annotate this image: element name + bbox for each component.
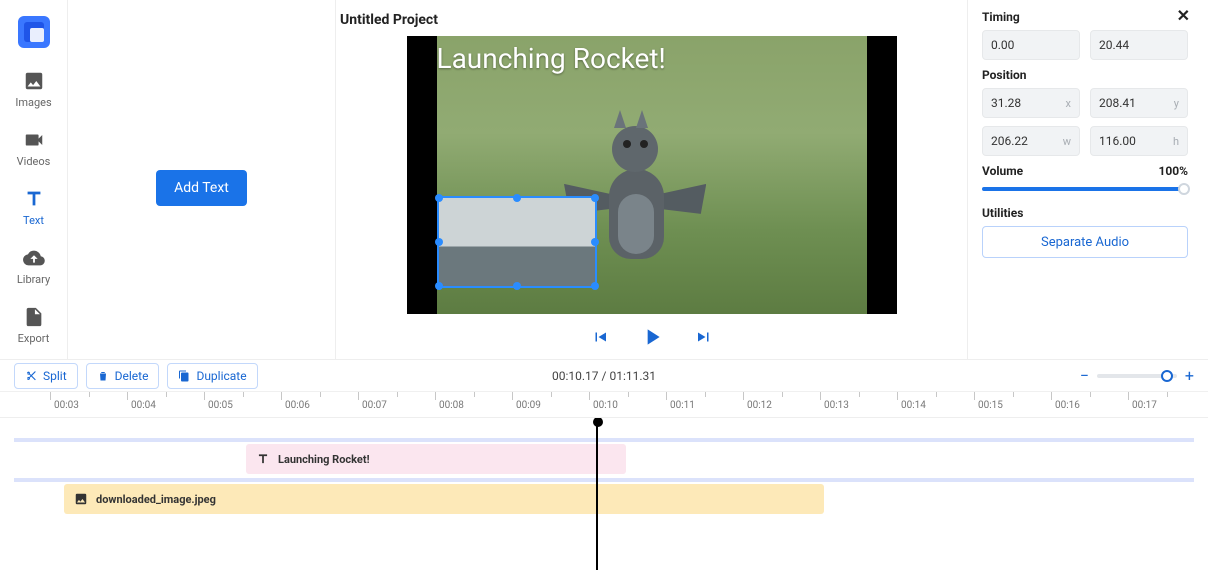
zoom-thumb[interactable] [1161,370,1173,382]
ruler-tick-label: 00:08 [439,400,464,411]
timeline-clip-text[interactable]: Launching Rocket! [246,444,626,474]
transport-controls [591,324,713,354]
sidebar-item-label: Library [17,273,50,286]
next-frame-button[interactable] [695,328,713,350]
timing-end-field[interactable]: 20.44 [1090,30,1188,60]
clip-label: Launching Rocket! [278,453,370,466]
split-button[interactable]: Split [14,363,78,389]
close-properties-button[interactable]: ✕ [1177,6,1190,25]
timecode-display: 00:10.17 / 01:11.31 [552,369,656,383]
zoom-out-button[interactable]: − [1080,366,1089,385]
sidebar-item-label: Text [23,214,44,227]
timeline-toolbar: Split Delete Duplicate 00:10.17 / 01:11.… [0,360,1208,392]
ruler-tick-label: 00:13 [824,400,849,411]
ruler-tick-label: 00:17 [1132,400,1157,411]
resize-handle-nw[interactable] [435,194,443,202]
pip-image [439,198,595,286]
cloud-upload-icon [23,247,45,269]
sidebar-item-videos[interactable]: Videos [0,121,67,180]
playhead[interactable] [596,418,598,570]
volume-value: 100% [1158,164,1188,178]
text-icon [256,452,270,466]
position-w-field[interactable]: 206.22w [982,126,1080,156]
app-logo [18,16,50,48]
ruler-tick-label: 00:14 [901,400,926,411]
volume-slider[interactable] [982,182,1188,196]
add-text-button[interactable]: Add Text [156,170,247,206]
resize-handle-w[interactable] [435,238,443,246]
previous-frame-button[interactable] [591,328,609,350]
timing-label: Timing [982,10,1188,24]
zoom-in-button[interactable]: + [1185,366,1194,385]
preview-panel: Untitled Project Launching Rocket! [336,0,968,359]
ruler-tick-label: 00:16 [1055,400,1080,411]
preview-canvas[interactable]: Launching Rocket! [407,36,897,314]
play-icon [639,324,665,350]
resize-handle-e[interactable] [591,238,599,246]
text-icon [23,188,45,210]
timeline-tracks[interactable]: Launching Rocket! downloaded_image.jpeg [0,418,1208,570]
resize-handle-s[interactable] [513,282,521,290]
volume-thumb[interactable] [1178,183,1190,195]
delete-button[interactable]: Delete [86,363,160,389]
resize-handle-ne[interactable] [591,194,599,202]
app-sidebar: Images Videos Text Library Export [0,0,68,359]
position-h-field[interactable]: 116.00h [1090,126,1188,156]
timeline-ruler[interactable]: 00:03 00:04 00:05 00:06 00:07 00:08 00:09 00:10… [0,392,1208,418]
separate-audio-button[interactable]: Separate Audio [982,226,1188,258]
copy-icon [178,370,190,382]
sidebar-item-text[interactable]: Text [0,180,67,239]
export-icon [23,306,45,328]
sidebar-item-export[interactable]: Export [0,298,67,357]
next-frame-icon [695,328,713,346]
sidebar-item-library[interactable]: Library [0,239,67,298]
ruler-tick-label: 00:05 [208,400,233,411]
timeline-clip-image[interactable]: downloaded_image.jpeg [64,484,824,514]
zoom-control: − + [1080,366,1194,385]
pip-clip-selected[interactable] [437,196,597,288]
sidebar-item-label: Videos [17,155,51,168]
track-background [14,478,1194,482]
previous-frame-icon [591,328,609,346]
ruler-tick-label: 00:11 [670,400,695,411]
volume-label: Volume [982,164,1023,178]
video-icon [23,129,45,151]
track-background [14,438,1194,442]
clip-label: downloaded_image.jpeg [96,493,216,506]
ruler-tick-label: 00:10 [593,400,618,411]
resize-handle-n[interactable] [513,194,521,202]
resize-handle-se[interactable] [591,282,599,290]
duplicate-button[interactable]: Duplicate [167,363,257,389]
scissors-icon [25,370,37,382]
resize-handle-sw[interactable] [435,282,443,290]
utilities-label: Utilities [982,206,1188,220]
ruler-tick-label: 00:04 [131,400,156,411]
ruler-tick-label: 00:12 [747,400,772,411]
overlay-text[interactable]: Launching Rocket! [437,42,666,75]
ruler-tick-label: 00:06 [285,400,310,411]
text-tool-panel: Add Text [68,0,336,359]
position-x-field[interactable]: 31.28x [982,88,1080,118]
play-button[interactable] [639,324,665,354]
project-title: Untitled Project [336,0,442,34]
timing-start-field[interactable]: 0.00 [982,30,1080,60]
sidebar-item-label: Export [18,332,50,345]
sidebar-item-label: Images [15,96,51,109]
sidebar-item-images[interactable]: Images [0,62,67,121]
image-icon [23,70,45,92]
ruler-tick-label: 00:03 [54,400,79,411]
trash-icon [97,370,109,382]
volume-track [982,187,1188,191]
image-icon [74,492,88,506]
zoom-slider[interactable] [1097,374,1177,378]
ruler-tick-label: 00:15 [978,400,1003,411]
properties-panel: ✕ Timing 0.00 20.44 Position 31.28x 208.… [968,0,1208,359]
ruler-tick-label: 00:07 [362,400,387,411]
position-y-field[interactable]: 208.41y [1090,88,1188,118]
ruler-tick-label: 00:09 [516,400,541,411]
position-label: Position [982,68,1188,82]
